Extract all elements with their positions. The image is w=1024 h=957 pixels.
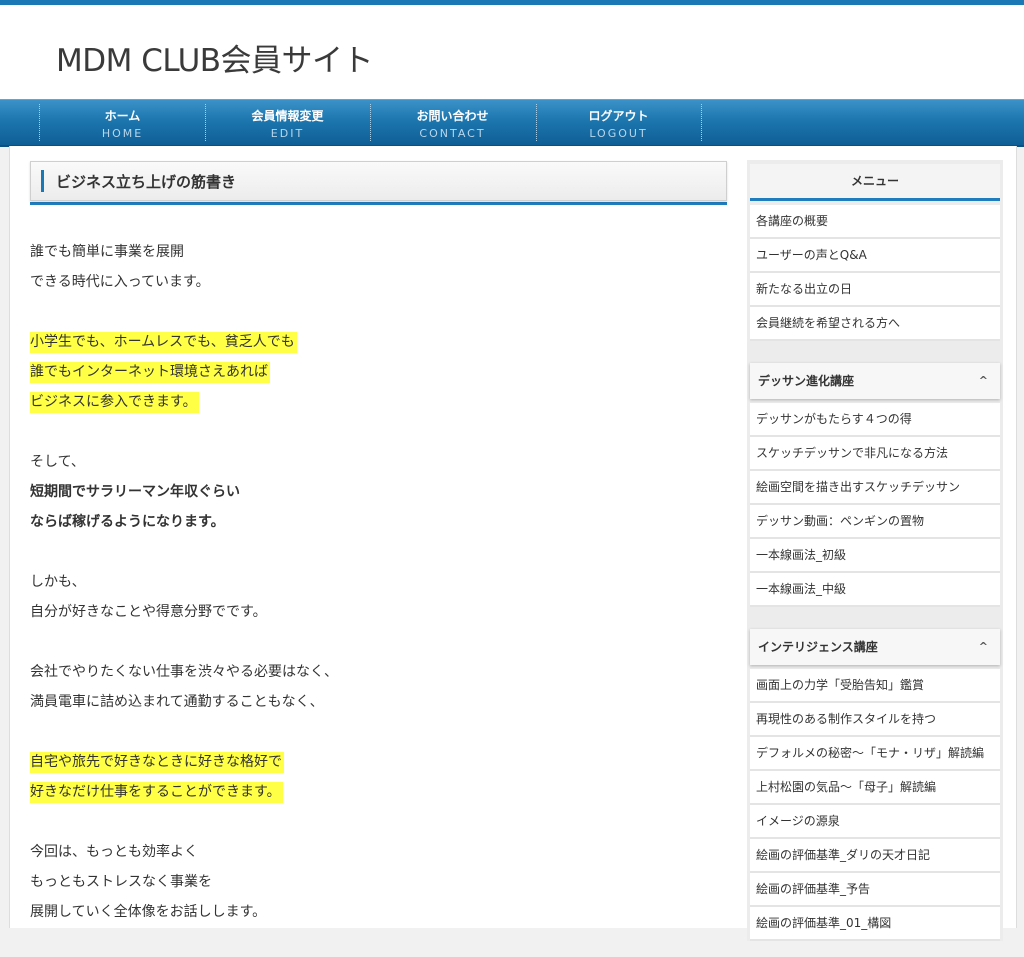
highlighted-text: 誰でもインターネット環境さえあれば [30, 362, 270, 383]
site-header: MDM CLUB会員サイト [0, 5, 1024, 99]
nav-item-logout[interactable]: ログアウト LOGOUT [536, 100, 701, 145]
main-content: ビジネス立ち上げの筋書き 誰でも簡単に事業を展開できる時代に入っています。小学生… [30, 161, 727, 957]
sidebar-category-item[interactable]: デッサンがもたらす４つの得 [750, 403, 1000, 437]
sidebar-menu-item[interactable]: 新たなる出立の日 [750, 273, 1000, 307]
post-line: 誰でもインターネット環境さえあれば [30, 357, 727, 387]
post-line: 誰でも簡単に事業を展開 [30, 237, 727, 267]
chevron-up-icon[interactable]: ^ [979, 363, 988, 399]
sidebar-category-item[interactable]: 絵画の評価基準_予告 [750, 873, 1000, 907]
sidebar: メニュー 各講座の概要 ユーザーの声とQ&A 新たなる出立の日 会員継続を希望される方… [747, 160, 1003, 941]
post-body: 誰でも簡単に事業を展開できる時代に入っています。小学生でも、ホームレスでも、貧乏… [30, 237, 727, 927]
post-text: 会社でやりたくない仕事を渋々やる必要はなく、 [30, 664, 338, 680]
nav-item-home[interactable]: ホーム HOME [40, 100, 205, 145]
post-line: もっともストレスなく事業を [30, 867, 727, 897]
site-title[interactable]: MDM CLUB会員サイト [56, 35, 374, 80]
post-title: ビジネス立ち上げの筋書き [56, 173, 237, 191]
post-line: 自宅や旅先で好きなときに好きな格好で [30, 747, 727, 777]
post-text: 誰でも簡単に事業を展開 [30, 244, 184, 260]
post-text: ならば稼げるようになります。 [30, 514, 225, 530]
post-paragraph: 誰でも簡単に事業を展開できる時代に入っています。 [30, 237, 727, 297]
sidebar-category-item[interactable]: デフォルメの秘密〜「モナ・リザ」解読編 [750, 737, 1000, 771]
highlighted-text: 自宅や旅先で好きなときに好きな格好で [30, 752, 284, 773]
post-line: ならば稼げるようになります。 [30, 507, 727, 537]
sidebar-category-item[interactable]: デッサン動画：ペンギンの置物 [750, 505, 1000, 539]
sidebar-category-item[interactable]: スケッチデッサンで非凡になる方法 [750, 437, 1000, 471]
nav-label-jp: ホーム [104, 109, 141, 123]
title-underline [30, 202, 727, 205]
post-text: 展開していく全体像をお話しします。 [30, 904, 267, 920]
post-paragraph: しかも、自分が好きなことや得意分野でです。 [30, 567, 727, 627]
sidebar-menu-list: 各講座の概要 ユーザーの声とQ&A 新たなる出立の日 会員継続を希望される方へ [750, 205, 1000, 341]
sidebar-category-item[interactable]: 一本線画法_中級 [750, 573, 1000, 607]
sidebar-category-item[interactable]: 絵画空間を描き出すスケッチデッサン [750, 471, 1000, 505]
post-title-box: ビジネス立ち上げの筋書き [30, 161, 727, 201]
nav-item-contact[interactable]: お問い合わせ CONTACT [370, 100, 535, 145]
title-accent-bar [41, 170, 44, 192]
sidebar-category-title: インテリジェンス講座 [758, 640, 878, 654]
sidebar-category-list: デッサンがもたらす４つの得 スケッチデッサンで非凡になる方法 絵画空間を描き出すスケ… [750, 403, 1000, 607]
nav-label-jp: 会員情報変更 [251, 109, 324, 123]
post-text: 短期間でサラリーマン年収ぐらい [30, 484, 240, 500]
post-paragraph: 今回は、もっとも効率よく もっともストレスなく事業を展開していく全体像をお話ししま… [30, 837, 727, 927]
main-nav: ホーム HOME 会員情報変更 EDIT お問い合わせ CONTACT ログアウ… [0, 99, 1024, 147]
post-line: 会社でやりたくない仕事を渋々やる必要はなく、 [30, 657, 727, 687]
post-line: できる時代に入っています。 [30, 267, 727, 297]
highlighted-text: ビジネスに参入できます。 [30, 392, 199, 413]
post-line: そして、 [30, 447, 727, 477]
sidebar-category-item[interactable]: 絵画の評価基準_01_構図 [750, 907, 1000, 941]
post-line: しかも、 [30, 567, 727, 597]
sidebar-category-header[interactable]: デッサン進化講座 ^ [750, 363, 1000, 399]
nav-label-en: CONTACT [419, 127, 486, 140]
sidebar-category-item[interactable]: 画面上の力学「受胎告知」鑑賞 [750, 669, 1000, 703]
sidebar-category-title: デッサン進化講座 [758, 374, 855, 388]
nav-label-en: HOME [101, 127, 144, 140]
post-text: 満員電車に詰め込まれて通勤することもなく、 [30, 694, 324, 710]
post-line: 満員電車に詰め込まれて通勤することもなく、 [30, 687, 727, 717]
sidebar-category-item[interactable]: イメージの源泉 [750, 805, 1000, 839]
sidebar-category-item[interactable]: 上村松園の気品〜「母子」解読編 [750, 771, 1000, 805]
page-container: ビジネス立ち上げの筋書き 誰でも簡単に事業を展開できる時代に入っています。小学生… [9, 146, 1017, 941]
chevron-up-icon[interactable]: ^ [979, 629, 988, 665]
post-line: ビジネスに参入できます。 [30, 387, 727, 417]
post-text: しかも、 [30, 574, 86, 590]
sidebar-category-header[interactable]: インテリジェンス講座 ^ [750, 629, 1000, 665]
highlighted-text: 好きなだけ仕事をすることができます。 [30, 782, 283, 803]
sidebar-category-list: 画面上の力学「受胎告知」鑑賞 再現性のある制作スタイルを持つ デフォルメの秘密〜「モ… [750, 669, 1000, 941]
post-paragraph: 会社でやりたくない仕事を渋々やる必要はなく、 満員電車に詰め込まれて通勤することも… [30, 657, 727, 717]
post-line: 好きなだけ仕事をすることができます。 [30, 777, 727, 807]
post-line: 小学生でも、ホームレスでも、貧乏人でも [30, 327, 727, 357]
sidebar-category-item[interactable]: 一本線画法_初級 [750, 539, 1000, 573]
sidebar-categories: デッサン進化講座 ^ デッサンがもたらす４つの得 スケッチデッサンで非凡になる方法 絵画… [750, 363, 1000, 941]
nav-item-edit[interactable]: 会員情報変更 EDIT [205, 100, 370, 145]
post-paragraph: そして、短期間でサラリーマン年収ぐらい ならば稼げるようになります。 [30, 447, 727, 537]
sidebar-menu-item[interactable]: 各講座の概要 [750, 205, 1000, 239]
post-text: できる時代に入っています。 [30, 274, 210, 290]
nav-label-jp: お問い合わせ [416, 109, 489, 123]
post-line: 展開していく全体像をお話しします。 [30, 897, 727, 927]
sidebar-menu-title: メニュー [750, 164, 1000, 201]
sidebar-category-item[interactable]: 絵画の評価基準_ダリの天才日記 [750, 839, 1000, 873]
nav-separator [701, 104, 702, 141]
post-line: 今回は、もっとも効率よく [30, 837, 727, 867]
post-line: 自分が好きなことや得意分野でです。 [30, 597, 727, 627]
nav-label-en: EDIT [270, 127, 305, 140]
sidebar-menu-item[interactable]: ユーザーの声とQ&A [750, 239, 1000, 273]
post-paragraph: 自宅や旅先で好きなときに好きな格好で 好きなだけ仕事をすることができます。 [30, 747, 727, 807]
post-text: 自分が好きなことや得意分野でです。 [30, 604, 267, 620]
post-text: そして、 [30, 454, 85, 470]
sidebar-category-item[interactable]: 再現性のある制作スタイルを持つ [750, 703, 1000, 737]
highlighted-text: 小学生でも、ホームレスでも、貧乏人でも [30, 332, 297, 353]
post-text: もっともストレスなく事業を [30, 874, 212, 890]
post-line: 短期間でサラリーマン年収ぐらい [30, 477, 727, 507]
sidebar-menu-item[interactable]: 会員継続を希望される方へ [750, 307, 1000, 341]
post-text: 今回は、もっとも効率よく [30, 844, 198, 860]
nav-label-jp: ログアウト [588, 109, 649, 123]
nav-label-en: LOGOUT [589, 127, 648, 140]
post-paragraph: 小学生でも、ホームレスでも、貧乏人でも 誰でもインターネット環境さえあれば ビジネス… [30, 327, 727, 417]
